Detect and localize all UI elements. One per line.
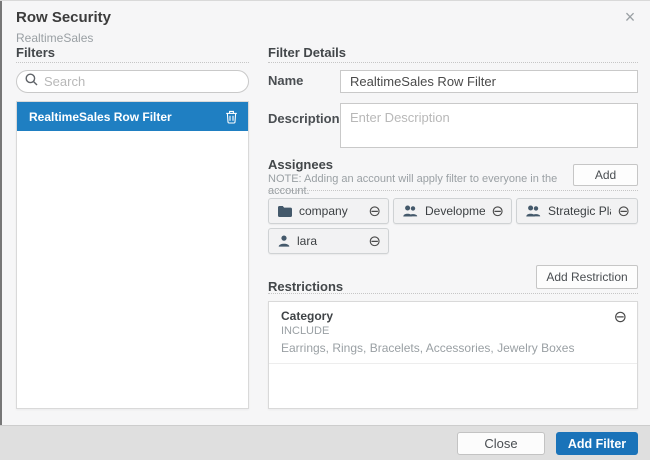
assignees-divider [268,190,638,191]
description-field[interactable] [340,103,638,148]
row-security-dialog: Row Security × RealtimeSales Filters Rea… [0,0,650,460]
assignee-chip-company: company ⊖ [268,198,389,224]
restriction-mode: INCLUDE [281,325,603,337]
details-divider [268,62,638,63]
assignee-chip-development: Development ⊖ [393,198,512,224]
restrictions-heading: Restrictions [268,279,343,294]
folder-icon [278,206,292,217]
filter-list: RealtimeSales Row Filter [16,101,249,409]
restriction-entry: Category INCLUDE Earrings, Rings, Bracel… [269,302,637,364]
add-assignee-button[interactable]: Add [573,164,638,186]
search-input[interactable] [44,74,240,89]
assignee-chip-lara: lara ⊖ [268,228,389,254]
name-label: Name [268,73,303,88]
close-icon[interactable]: × [620,7,640,28]
remove-assignee-icon[interactable]: ⊖ [491,204,504,219]
assignees-heading: Assignees [268,157,333,172]
delete-filter-icon[interactable] [225,110,238,124]
close-button[interactable]: Close [457,432,545,455]
filters-divider [16,62,249,63]
search-icon [25,73,38,91]
restriction-column: Category [281,309,603,323]
filters-heading: Filters [16,45,55,60]
restriction-values: Earrings, Rings, Bracelets, Accessories,… [281,341,603,355]
chip-label: lara [297,234,362,248]
window-edge [0,1,2,460]
chip-label: company [299,204,362,218]
add-restriction-button[interactable]: Add Restriction [536,265,638,289]
name-field[interactable] [340,70,638,93]
restrictions-list: Category INCLUDE Earrings, Rings, Bracel… [268,301,638,409]
remove-restriction-icon[interactable]: ⊖ [614,309,627,325]
remove-assignee-icon[interactable]: ⊖ [617,204,630,219]
dialog-subtitle: RealtimeSales [16,31,93,45]
dialog-title: Row Security [16,9,111,26]
filter-item-label: RealtimeSales Row Filter [29,110,225,124]
assignees-note: NOTE: Adding an account will apply filte… [268,173,568,197]
user-icon [278,235,290,247]
restrictions-divider [268,293,638,294]
filter-search[interactable] [16,70,249,93]
remove-assignee-icon[interactable]: ⊖ [368,234,381,249]
add-filter-button[interactable]: Add Filter [556,432,638,455]
dialog-footer [0,425,650,460]
description-label: Description [268,111,340,126]
group-icon [403,205,418,217]
chip-label: Strategic Pla... [548,204,611,218]
filter-details-heading: Filter Details [268,45,346,60]
group-icon [526,205,541,217]
assignee-chip-strategic: Strategic Pla... ⊖ [516,198,638,224]
chip-label: Development [425,204,485,218]
remove-assignee-icon[interactable]: ⊖ [368,204,381,219]
filter-list-item-selected[interactable]: RealtimeSales Row Filter [17,102,248,131]
